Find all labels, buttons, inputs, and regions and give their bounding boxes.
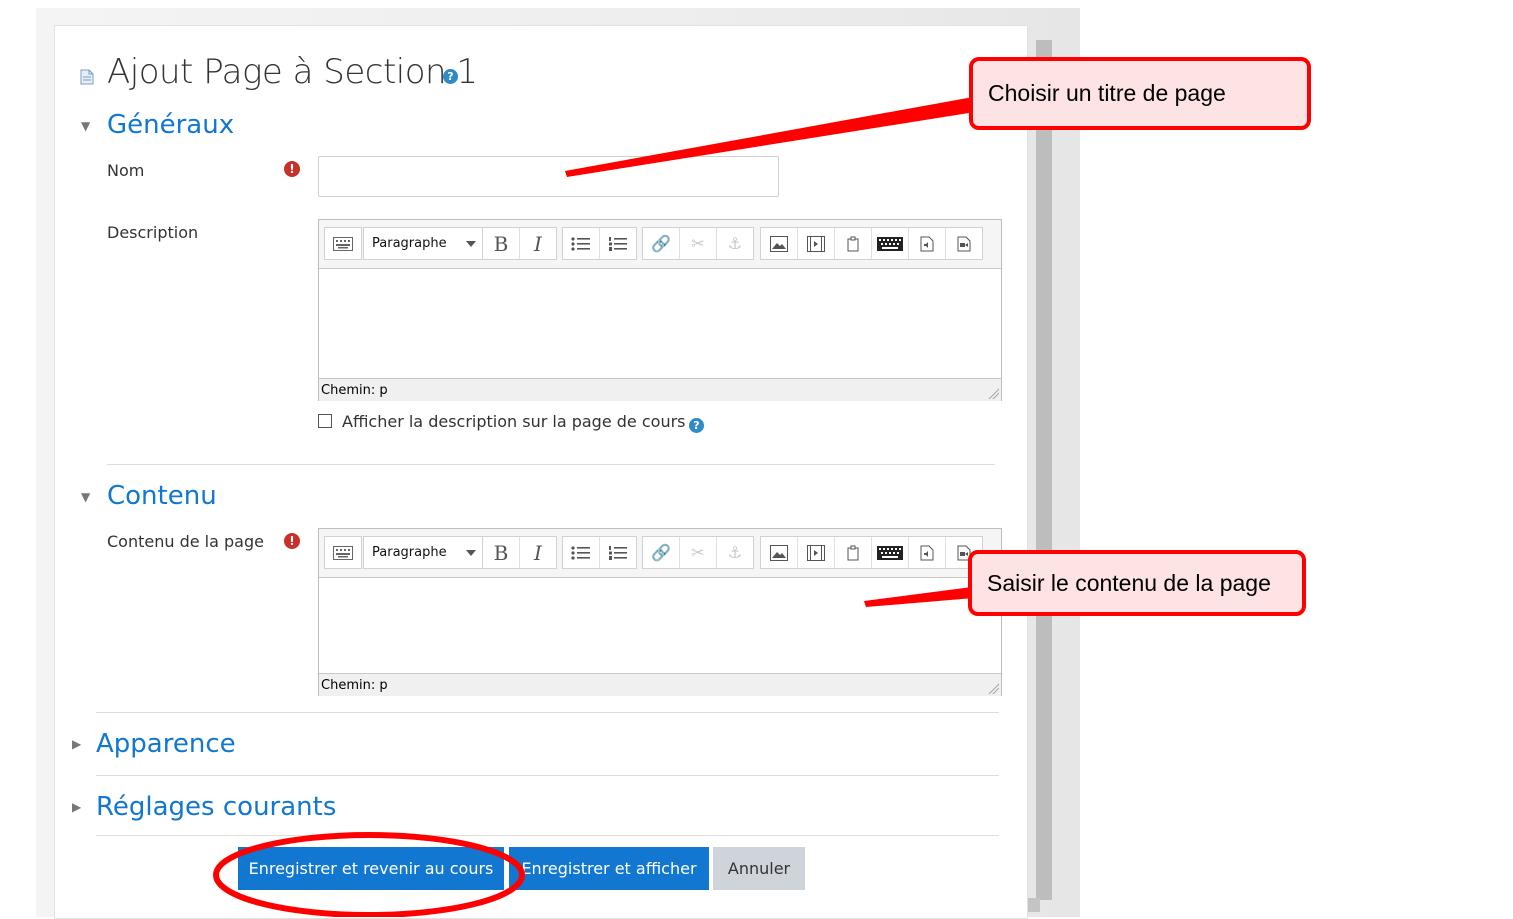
save-button-highlight-ellipse <box>213 832 525 917</box>
title-hint-pointer <box>565 97 975 177</box>
annotation-overlay <box>213 97 975 917</box>
content-hint-callout: Saisir le contenu de la page <box>968 550 1306 616</box>
content-hint-pointer <box>864 587 974 607</box>
title-hint-callout: Choisir un titre de page <box>969 57 1311 130</box>
